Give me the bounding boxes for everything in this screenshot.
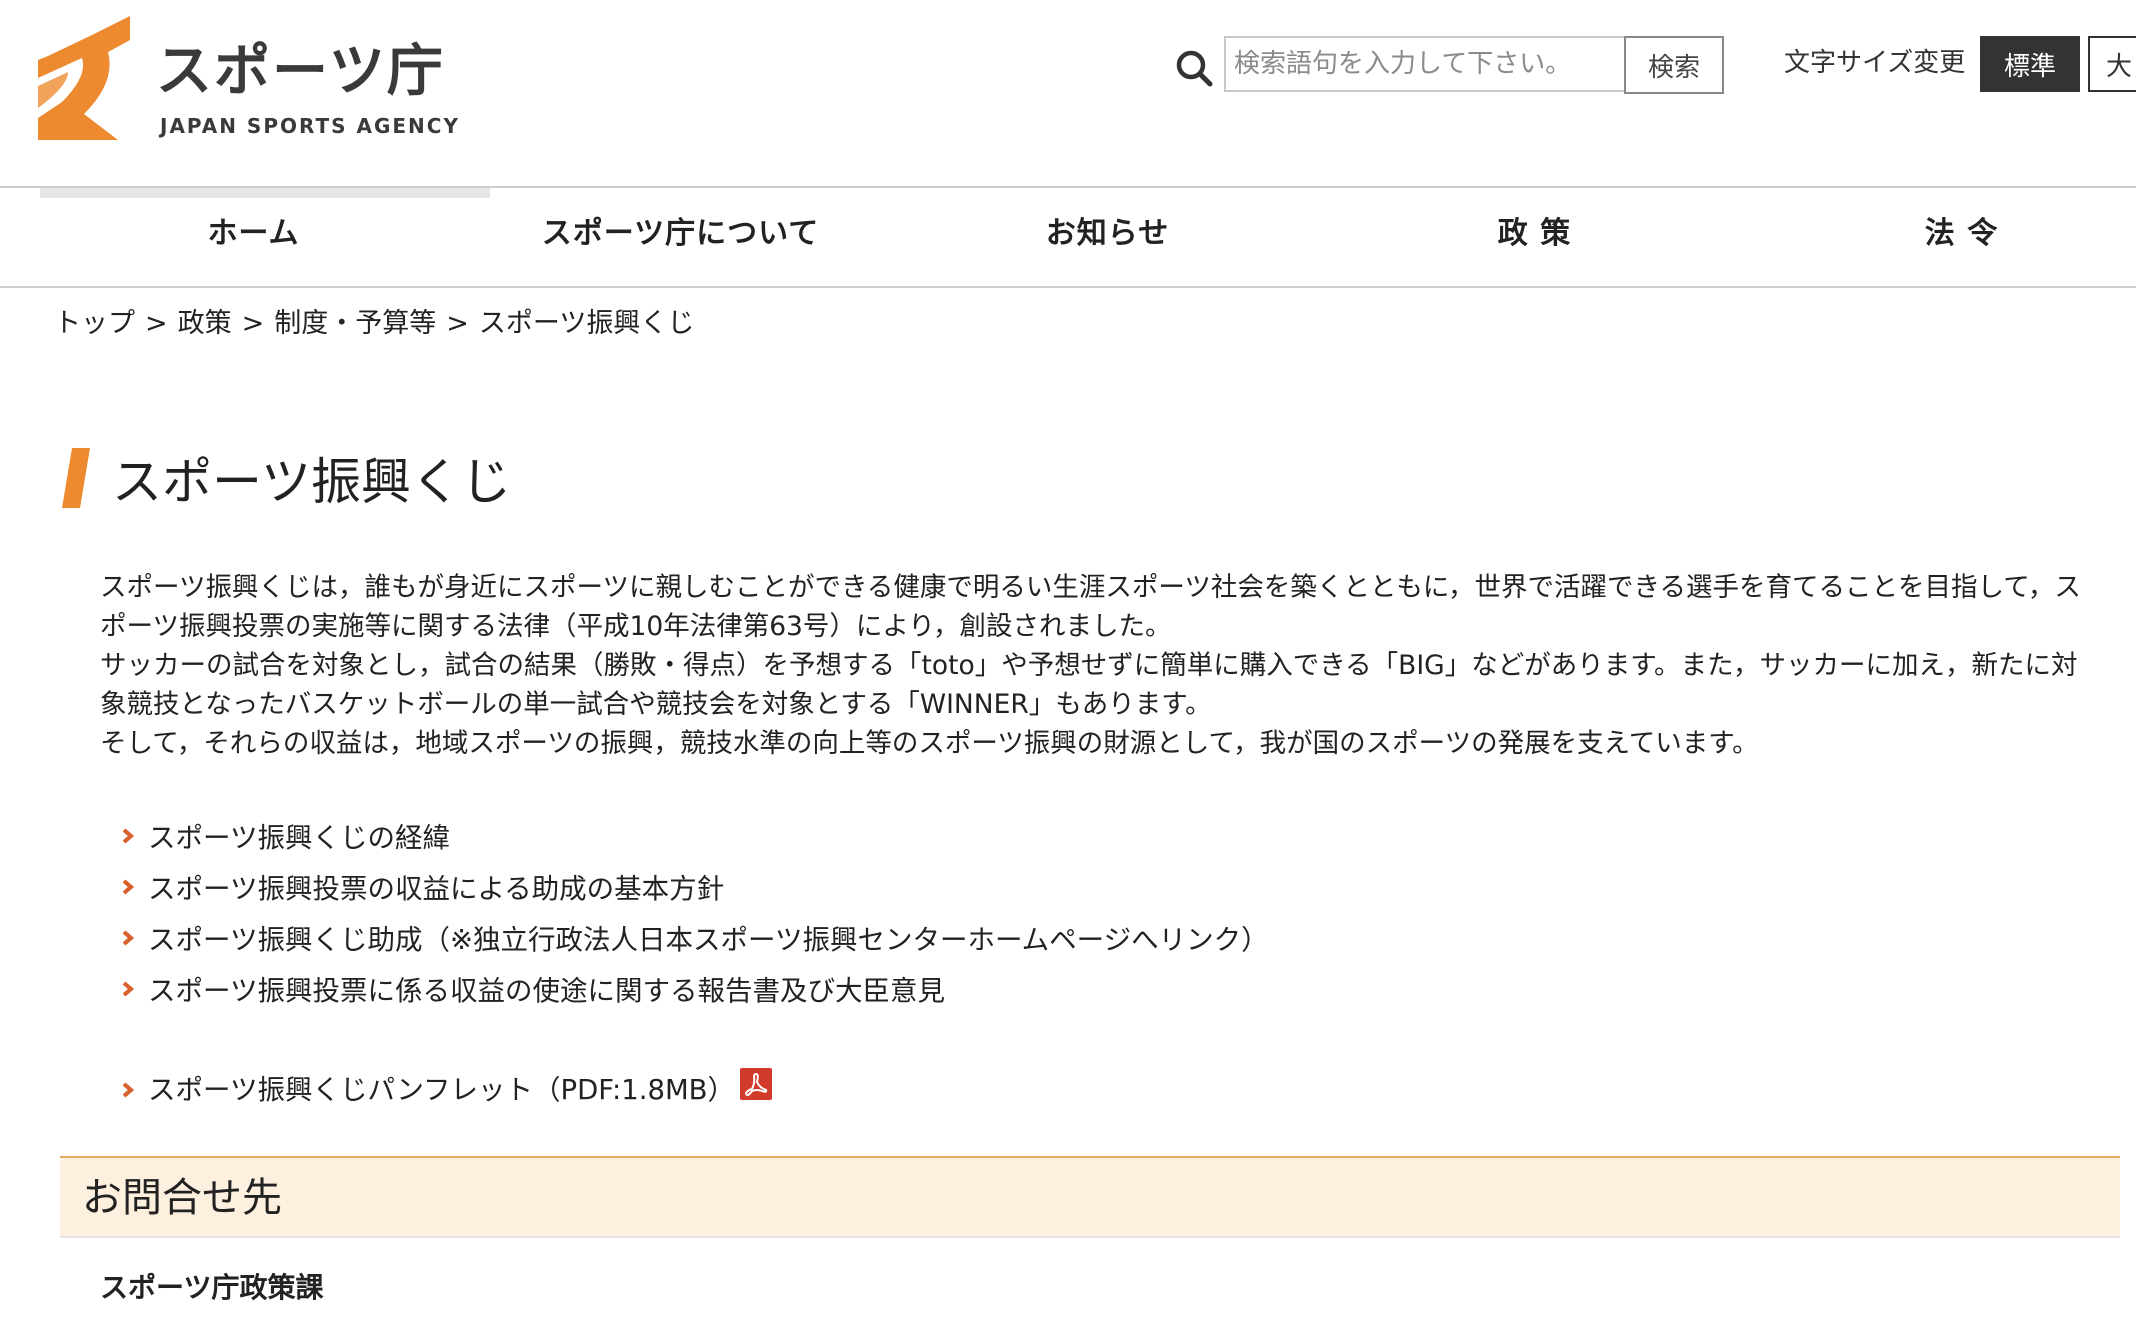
global-nav: ホーム スポーツ庁について お知らせ 政 策 法 令: [0, 188, 2136, 288]
link-basic-policy[interactable]: スポーツ振興投票の収益による助成の基本方針: [148, 869, 724, 909]
breadcrumb-top[interactable]: トップ: [54, 308, 135, 339]
font-size-label: 文字サイズ変更: [1784, 48, 1966, 78]
intro-paragraph: そして，それらの収益は，地域スポーツの振興，競技水準の向上等のスポーツ振興の財源…: [100, 728, 1759, 759]
search-icon: [1176, 50, 1213, 87]
site-header: スポーツ庁 JAPAN SPORTS AGENCY 検索 文字サイズ変更 標準 …: [0, 0, 2136, 188]
intro-paragraph: スポーツ振興くじは，誰もが身近にスポーツに親しむことができる健康で明るい生涯スポ…: [100, 572, 2081, 642]
breadcrumb-separator: >: [446, 308, 469, 339]
logo-english[interactable]: JAPAN SPORTS AGENCY: [160, 116, 460, 136]
breadcrumb-system-budget[interactable]: 制度・予算等: [274, 308, 436, 339]
search-input[interactable]: [1224, 36, 1624, 92]
nav-item-policy[interactable]: 政 策: [1321, 216, 1748, 252]
nav-item-about[interactable]: スポーツ庁について: [467, 216, 894, 252]
search-button[interactable]: 検索: [1624, 36, 1724, 94]
link-grants[interactable]: スポーツ振興くじ助成（※独立行政法人日本スポーツ振興センターホームページへリンク…: [148, 920, 1269, 960]
breadcrumb-current: スポーツ振興くじ: [478, 308, 695, 339]
link-report[interactable]: スポーツ振興投票に係る収益の使途に関する報告書及び大臣意見: [148, 971, 945, 1011]
nav-active-indicator: [40, 188, 490, 198]
chevron-right-icon: [122, 879, 135, 895]
pdf-icon[interactable]: [740, 1068, 772, 1100]
chevron-right-icon: [122, 930, 135, 946]
link-history[interactable]: スポーツ振興くじの経緯: [148, 818, 450, 858]
nav-item-home[interactable]: ホーム: [40, 216, 467, 252]
chevron-right-icon: [122, 981, 135, 997]
intro-paragraph: サッカーの試合を対象とし，試合の結果（勝敗・得点）を予想する「toto」や予想せ…: [100, 650, 2078, 720]
chevron-right-icon: [122, 828, 135, 844]
contact-section-header: お問合せ先: [60, 1156, 2120, 1238]
breadcrumb-separator: >: [241, 308, 265, 339]
logo-mark-icon[interactable]: [38, 16, 130, 140]
chevron-right-icon: [122, 1082, 135, 1098]
breadcrumb-separator: >: [145, 308, 168, 339]
contact-heading: お問合せ先: [82, 1175, 282, 1221]
logo-name[interactable]: スポーツ庁: [156, 44, 445, 100]
font-size-standard-button[interactable]: 標準: [1980, 36, 2080, 92]
title-accent-bar: [62, 448, 90, 508]
intro-text: スポーツ振興くじは，誰もが身近にスポーツに親しむことができる健康で明るい生涯スポ…: [100, 568, 2090, 763]
page-title: スポーツ振興くじ: [112, 453, 511, 511]
contact-department: スポーツ庁政策課: [100, 1271, 324, 1304]
breadcrumb: トップ > 政策 > 制度・予算等 > スポーツ振興くじ: [54, 306, 694, 341]
nav-item-law[interactable]: 法 令: [1748, 216, 2136, 252]
nav-item-news[interactable]: お知らせ: [894, 216, 1321, 252]
link-pamphlet[interactable]: スポーツ振興くじパンフレット（PDF:1.8MB）: [148, 1070, 735, 1110]
font-size-large-button[interactable]: 大: [2088, 36, 2136, 92]
breadcrumb-policy[interactable]: 政策: [178, 308, 232, 339]
